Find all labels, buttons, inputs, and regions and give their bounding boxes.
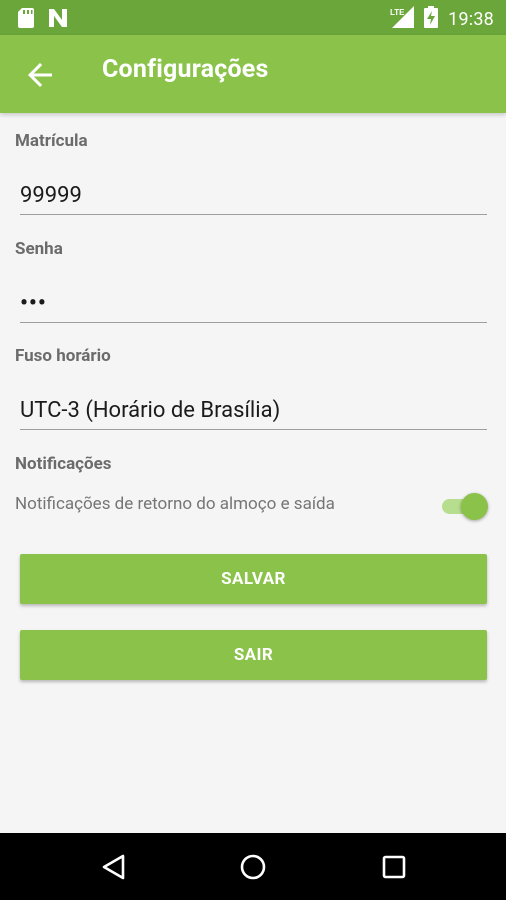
fuso-horario-input[interactable]	[20, 398, 487, 423]
matricula-label: Matrícula	[15, 131, 88, 151]
exit-button[interactable]: SAIR	[20, 630, 487, 680]
notificacoes-toggle-label: Notificações de retorno do almoço e saíd…	[15, 494, 335, 514]
app-bar: Configurações	[0, 35, 506, 113]
battery-charging-icon	[424, 6, 439, 32]
notificacoes-toggle[interactable]	[442, 492, 488, 520]
senha-label: Senha	[15, 239, 63, 259]
svg-text:LTE: LTE	[390, 8, 405, 17]
arrow-back-icon	[28, 63, 52, 87]
lte-signal-icon: LTE	[390, 6, 415, 32]
system-nav-bar	[0, 833, 506, 900]
save-button[interactable]: SALVAR	[20, 554, 487, 604]
page-title: Configurações	[102, 55, 269, 84]
status-bar: LTE 19:38	[0, 0, 506, 35]
fuso-horario-field[interactable]	[20, 385, 487, 430]
matricula-input[interactable]	[20, 183, 487, 208]
senha-input[interactable]	[20, 291, 487, 316]
nav-home-button[interactable]	[236, 850, 270, 884]
sd-card-icon	[18, 8, 34, 32]
matricula-field[interactable]	[20, 170, 487, 215]
senha-field[interactable]	[20, 278, 487, 323]
back-button[interactable]	[22, 57, 58, 93]
nav-back-button[interactable]	[97, 850, 131, 884]
n-notification-icon	[48, 8, 68, 32]
recents-square-icon	[382, 855, 406, 879]
notificacoes-label: Notificações	[15, 454, 112, 474]
notificacoes-row: Notificações de retorno do almoço e saíd…	[15, 487, 490, 523]
status-time: 19:38	[448, 8, 494, 30]
home-circle-icon	[240, 854, 266, 880]
toggle-thumb	[461, 493, 488, 520]
fuso-horario-label: Fuso horário	[15, 346, 111, 366]
back-triangle-icon	[102, 854, 125, 880]
nav-recents-button[interactable]	[377, 850, 411, 884]
